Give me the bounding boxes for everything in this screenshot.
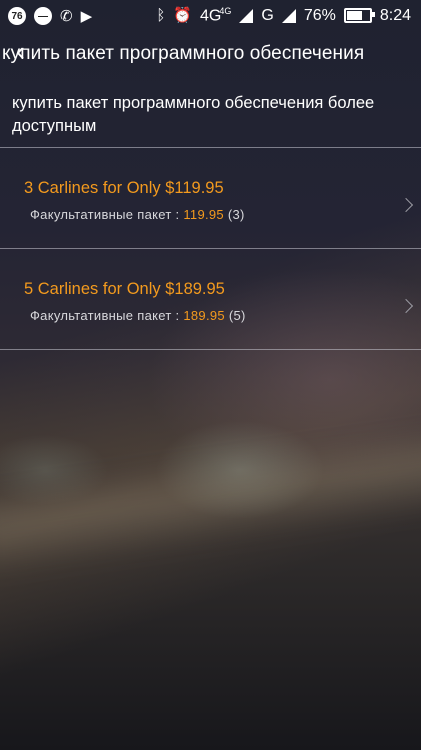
back-arrow-icon[interactable]: ‹ xyxy=(16,38,25,64)
chevron-right-icon xyxy=(398,197,414,213)
package-option-line: Факультативные пакет : 119.95 (3) xyxy=(30,207,245,222)
package-option-line: Факультативные пакет : 189.95 (5) xyxy=(30,308,246,323)
divider xyxy=(0,349,421,350)
signal-icon-2 xyxy=(281,8,296,23)
bluetooth-icon: ᛒ xyxy=(156,7,166,25)
package-item-3-carlines[interactable]: 3 Carlines for Only $119.95 Факультативн… xyxy=(0,148,421,248)
blocked-icon: — xyxy=(34,7,52,25)
background-light-streak xyxy=(0,422,421,578)
chevron-right-icon xyxy=(398,298,414,314)
signal-icon-1 xyxy=(239,8,254,23)
battery-percent: 76% xyxy=(303,6,336,24)
option-label: Факультативные пакет : xyxy=(30,207,180,222)
intro-text: купить пакет программного обеспечения бо… xyxy=(12,94,375,135)
package-name: 5 Carlines for Only $189.95 xyxy=(24,280,225,298)
clock: 8:24 xyxy=(379,6,411,24)
package-count: (3) xyxy=(227,207,245,222)
package-item-5-carlines[interactable]: 5 Carlines for Only $189.95 Факультативн… xyxy=(0,249,421,349)
package-price: 119.95 xyxy=(183,207,224,222)
option-label: Факультативные пакет : xyxy=(30,308,180,323)
page-title: купить пакет программного обеспечения xyxy=(2,43,365,64)
viber-icon: ✆ xyxy=(60,7,73,25)
battery-icon xyxy=(343,8,375,24)
notification-badge-icon: 76 xyxy=(8,7,26,25)
network-type-2: G xyxy=(261,6,274,24)
app-bar: ‹ купить пакет программного обеспечения xyxy=(0,32,421,76)
network-type-1: 4G4G xyxy=(200,6,232,25)
alarm-icon: ⏰ xyxy=(173,7,193,25)
package-name: 3 Carlines for Only $119.95 xyxy=(24,179,224,197)
play-store-icon: ▶ xyxy=(80,7,93,25)
status-bar: 76 — ✆ ▶ ᛒ ⏰ 4G4G G 76% 8:24 xyxy=(0,0,421,32)
package-count: (5) xyxy=(228,308,246,323)
package-price: 189.95 xyxy=(183,308,225,323)
